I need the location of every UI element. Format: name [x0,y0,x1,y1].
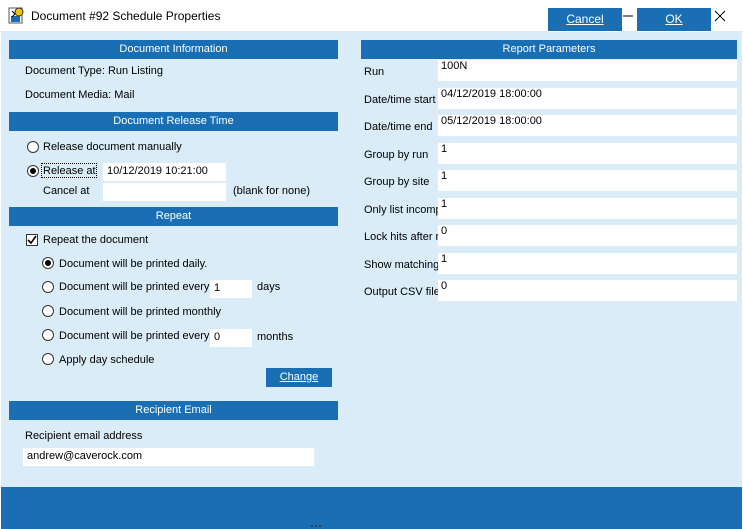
report-param-input[interactable]: 1 [438,143,737,164]
every-days-input[interactable]: 1 [210,280,252,298]
report-param-input[interactable]: 1 [438,170,737,191]
report-param-label: Date/time end [364,121,433,133]
cancel-at-label: Cancel at [43,185,90,197]
release-at-radio[interactable] [27,165,39,177]
document-media-text: Document Media: Mail [25,89,135,101]
days-unit-label: days [257,281,281,293]
cancel-at-hint: (blank for none) [233,185,311,197]
release-at-input[interactable]: 10/12/2019 10:21:00 [103,163,226,181]
resize-grip-icon[interactable] [310,523,322,529]
document-information-header: Document Information [9,40,338,59]
ok-button[interactable]: OK [636,7,712,32]
cancel-at-input[interactable] [103,183,226,201]
report-param-label: Group by site [364,176,430,188]
checkmark-icon [27,235,37,245]
report-parameters-header: Report Parameters [361,40,737,59]
apply-day-schedule-radio[interactable] [42,353,54,365]
change-button[interactable]: Change [266,368,332,387]
release-manually-label: Release document manually [43,141,182,153]
report-param-input[interactable]: 05/12/2019 18:00:00 [438,115,737,136]
printed-every-months-radio[interactable] [42,329,54,341]
printed-monthly-radio[interactable] [42,305,54,317]
report-param-input[interactable]: 0 [438,280,737,301]
report-param-label: Run [364,66,385,78]
printed-every-days-radio[interactable] [42,281,54,293]
printed-monthly-label: Document will be printed monthly [59,306,222,318]
repeat-document-checkbox[interactable] [26,234,38,246]
apply-day-schedule-label: Apply day schedule [59,354,155,366]
recipient-address-label: Recipient email address [25,430,143,442]
document-type-text: Document Type: Run Listing [25,65,163,77]
report-param-label: Only list incomp [364,204,438,216]
title-bar: Document #92 Schedule Properties [0,0,743,32]
report-param-label: Date/time start [364,94,436,106]
recipient-email-input[interactable]: andrew@caverock.com [23,448,314,466]
minimize-icon [623,15,633,16]
printed-daily-radio[interactable] [42,257,54,269]
report-param-input[interactable]: 1 [438,198,737,219]
printed-every-months-label: Document will be printed every [59,330,210,342]
report-param-input[interactable]: 100N [438,60,737,81]
cancel-button[interactable]: Cancel [547,7,623,32]
close-icon [714,10,726,21]
every-months-input[interactable]: 0 [210,329,252,347]
footer-bar [1,487,742,529]
printed-daily-label: Document will be printed daily. [59,258,208,270]
report-param-input[interactable]: 1 [438,253,737,274]
release-manually-radio[interactable] [27,141,39,153]
report-param-input[interactable]: 04/12/2019 18:00:00 [438,88,737,109]
months-unit-label: months [257,331,294,343]
app-icon [8,7,25,24]
printed-every-days-label: Document will be printed every [59,281,210,293]
report-param-label: Lock hits after r [364,231,438,243]
report-param-label: Show matching [364,259,438,271]
window-title: Document #92 Schedule Properties [31,9,221,23]
report-param-label: Output CSV file [364,286,438,298]
recipient-email-header: Recipient Email [9,401,338,420]
repeat-document-label: Repeat the document [43,234,149,246]
release-at-label: Release at [43,165,96,177]
report-param-label: Group by run [364,149,429,161]
release-time-header: Document Release Time [9,112,338,131]
repeat-header: Repeat [9,207,338,226]
report-param-input[interactable]: 0 [438,225,737,246]
